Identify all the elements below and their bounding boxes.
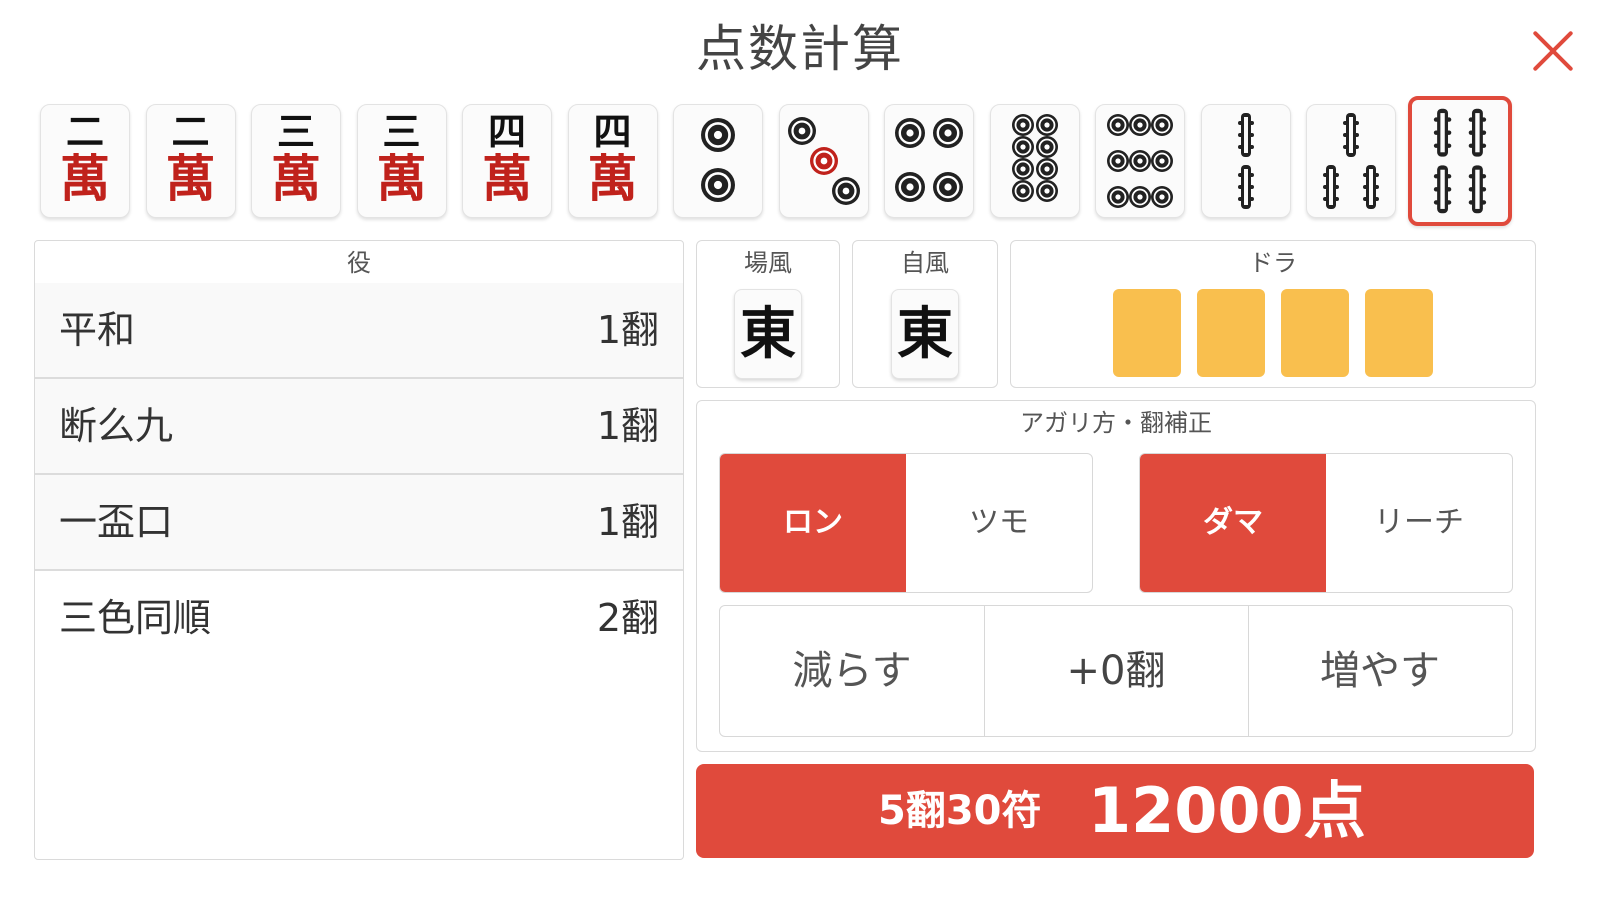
round-wind-label: 場風 bbox=[744, 249, 792, 277]
dora-label: ドラ bbox=[1249, 249, 1297, 277]
man-4-tile[interactable]: 四萬 bbox=[567, 104, 658, 218]
win-type-toggle: ロン ツモ bbox=[719, 453, 1093, 593]
pin-9-tile[interactable] bbox=[1095, 104, 1185, 218]
increase-han-button[interactable]: 増やす bbox=[1248, 606, 1512, 736]
riichi-button[interactable]: リーチ bbox=[1326, 454, 1512, 592]
han-adjust: 減らす +0翻 増やす bbox=[719, 605, 1513, 737]
tsumo-button[interactable]: ツモ bbox=[906, 454, 1092, 592]
yaku-row: 平和 1翻 bbox=[35, 283, 683, 379]
pin-8-icon bbox=[1011, 114, 1058, 202]
seat-wind-label: 自風 bbox=[901, 249, 949, 277]
pin-4-icon bbox=[895, 118, 963, 202]
yaku-panel: 役 平和 1翻 断么九 1翻 一盃口 1翻 三色同順 2翻 bbox=[34, 240, 684, 860]
yaku-han: 2翻 bbox=[596, 596, 659, 640]
sou-2-icon bbox=[1237, 113, 1254, 209]
dora-slot[interactable] bbox=[1197, 289, 1265, 377]
agari-panel: アガリ方・翻補正 ロン ツモ ダマ リーチ 減らす +0翻 増やす bbox=[696, 400, 1536, 752]
tile-number: 三 bbox=[382, 109, 421, 154]
yaku-han: 1翻 bbox=[596, 308, 659, 352]
tile-number: 二 bbox=[171, 109, 210, 154]
tile-suit-char: 萬 bbox=[165, 149, 216, 208]
sou-3-icon bbox=[1323, 113, 1379, 209]
points-text: 12000点 bbox=[1088, 774, 1366, 847]
result-bar: 5翻30符 12000点 bbox=[696, 764, 1534, 858]
man-2-tile[interactable]: 二萬 bbox=[145, 104, 236, 218]
yaku-han: 1翻 bbox=[596, 404, 659, 448]
tile-number: 四 bbox=[593, 109, 632, 154]
dora-box: ドラ bbox=[1010, 240, 1536, 388]
dora-slot[interactable] bbox=[1113, 289, 1181, 377]
pin-9-icon bbox=[1107, 114, 1173, 208]
agari-label: アガリ方・翻補正 bbox=[1020, 409, 1212, 437]
sou-3-tile[interactable] bbox=[1306, 104, 1396, 218]
round-wind-box: 場風 東 bbox=[696, 240, 840, 388]
hand-tiles: 二萬二萬三萬三萬四萬四萬 bbox=[40, 96, 1570, 226]
yaku-name: 平和 bbox=[59, 308, 136, 352]
tile-suit-char: 萬 bbox=[271, 149, 321, 208]
man-4-tile[interactable]: 四萬 bbox=[462, 104, 552, 218]
yaku-name: 三色同順 bbox=[59, 596, 212, 640]
sou-4-tile[interactable] bbox=[1407, 96, 1512, 226]
dora-slot[interactable] bbox=[1281, 289, 1349, 377]
tile-number: 四 bbox=[487, 109, 526, 154]
yaku-han: 1翻 bbox=[596, 500, 659, 544]
sou-4-icon bbox=[1433, 108, 1486, 214]
dora-slot[interactable] bbox=[1365, 289, 1433, 377]
dama-button[interactable]: ダマ bbox=[1140, 454, 1326, 592]
han-adjust-value: +0翻 bbox=[1066, 648, 1166, 694]
sou-2-tile[interactable] bbox=[1200, 104, 1291, 218]
ron-button[interactable]: ロン bbox=[720, 454, 906, 592]
yaku-name: 一盃口 bbox=[59, 500, 174, 544]
seat-wind-tile[interactable]: 東 bbox=[891, 289, 959, 379]
tile-number: 二 bbox=[65, 109, 104, 154]
tile-suit-char: 萬 bbox=[60, 149, 110, 208]
round-wind-tile[interactable]: 東 bbox=[734, 289, 802, 379]
pin-3-icon bbox=[787, 117, 860, 205]
pin-8-tile[interactable] bbox=[989, 104, 1080, 218]
tile-suit-char: 萬 bbox=[376, 149, 427, 208]
yaku-name: 断么九 bbox=[59, 404, 174, 448]
pin-2-tile[interactable] bbox=[673, 104, 763, 218]
yaku-row: 断么九 1翻 bbox=[35, 379, 683, 475]
tile-suit-char: 萬 bbox=[482, 149, 532, 208]
tile-suit-char: 萬 bbox=[587, 149, 638, 208]
seat-wind-box: 自風 東 bbox=[852, 240, 998, 388]
close-icon[interactable] bbox=[1530, 28, 1576, 74]
pin-4-tile[interactable] bbox=[884, 104, 974, 218]
man-3-tile[interactable]: 三萬 bbox=[251, 104, 341, 218]
decrease-han-button[interactable]: 減らす bbox=[720, 606, 984, 736]
page-title: 点数計算 bbox=[696, 20, 904, 78]
tile-number: 三 bbox=[276, 109, 315, 154]
riichi-toggle: ダマ リーチ bbox=[1139, 453, 1513, 593]
yaku-label: 役 bbox=[347, 249, 371, 277]
yaku-row: 三色同順 2翻 bbox=[35, 571, 683, 665]
pin-2-icon bbox=[701, 118, 735, 202]
yaku-row: 一盃口 1翻 bbox=[35, 475, 683, 571]
han-fu-text: 5翻30符 bbox=[878, 788, 1042, 834]
man-3-tile[interactable]: 三萬 bbox=[356, 104, 447, 218]
man-2-tile[interactable]: 二萬 bbox=[40, 104, 130, 218]
pin-3-tile[interactable] bbox=[778, 104, 869, 218]
